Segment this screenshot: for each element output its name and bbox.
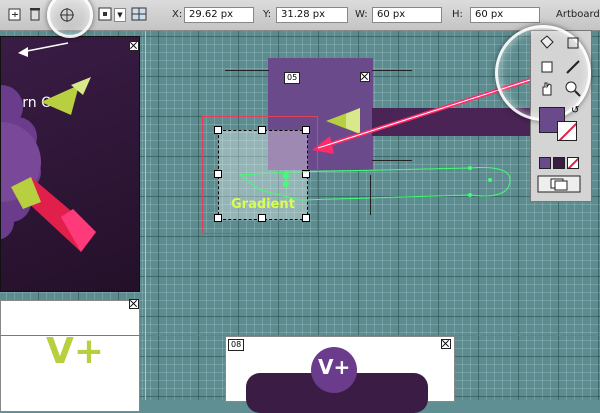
crop-mark xyxy=(372,160,412,161)
crop-mark xyxy=(372,70,412,71)
height-field[interactable] xyxy=(470,7,540,23)
slice-icon[interactable] xyxy=(563,33,583,53)
control-bar: ▼ X: Y: W: H: Artboards xyxy=(0,0,600,38)
artboard-new-icon[interactable] xyxy=(6,5,24,23)
selection-handle[interactable] xyxy=(302,126,310,134)
color-mode-swatch[interactable] xyxy=(539,157,551,169)
screen-mode-icon[interactable] xyxy=(537,175,581,193)
tools-panel: ↺ xyxy=(495,25,592,202)
trash-icon[interactable] xyxy=(26,5,44,23)
selection-handle[interactable] xyxy=(258,126,266,134)
width-field[interactable] xyxy=(372,7,442,23)
w-label: W: xyxy=(355,9,368,20)
rectangle-tool-icon[interactable] xyxy=(537,57,557,77)
stroke-color-swatch[interactable] xyxy=(557,121,577,141)
artboards-label: Artboards xyxy=(556,9,600,20)
artboard-number: 05 xyxy=(284,72,301,84)
artboard-bottom-left[interactable]: V+ xyxy=(0,299,140,412)
knife-icon[interactable] xyxy=(563,57,583,77)
chevron-down-icon[interactable]: ▼ xyxy=(114,8,126,22)
y-label: Y: xyxy=(263,9,272,20)
gradient-mode-swatch[interactable] xyxy=(553,157,565,169)
close-artboard-icon[interactable] xyxy=(360,72,370,82)
artboard-08[interactable]: 08 V+ xyxy=(225,336,455,413)
zoom-tool-icon[interactable] xyxy=(563,79,583,99)
artboard-number: 08 xyxy=(228,339,245,351)
crop-mark xyxy=(225,70,269,71)
close-artboard-icon[interactable] xyxy=(441,339,451,349)
x-field[interactable] xyxy=(184,7,254,23)
green-pencil-tip xyxy=(326,108,360,134)
logo-text-small: V+ xyxy=(318,355,351,379)
hand-tool-icon[interactable] xyxy=(537,79,557,99)
h-label: H: xyxy=(452,9,463,20)
move-artwork-icon[interactable] xyxy=(58,6,76,24)
x-label: X: xyxy=(172,9,183,20)
selection-handle[interactable] xyxy=(214,126,222,134)
pencil-flower-illustration xyxy=(1,77,96,252)
none-mode-swatch[interactable] xyxy=(567,157,579,169)
swap-colors-icon[interactable]: ↺ xyxy=(571,105,579,116)
grid-options-icon[interactable] xyxy=(130,5,148,23)
purple-bar xyxy=(372,108,532,136)
artboard-left[interactable]: Turn Off xyxy=(0,36,140,292)
logo-text: V+ xyxy=(46,331,105,372)
reference-point-icon[interactable] xyxy=(96,5,114,23)
guide-vertical xyxy=(145,30,146,400)
y-field[interactable] xyxy=(276,7,348,23)
crop-mark xyxy=(370,175,371,215)
paint-bucket-icon[interactable] xyxy=(537,33,557,53)
guide-horizontal xyxy=(0,335,600,336)
close-artboard-icon[interactable] xyxy=(129,299,139,309)
